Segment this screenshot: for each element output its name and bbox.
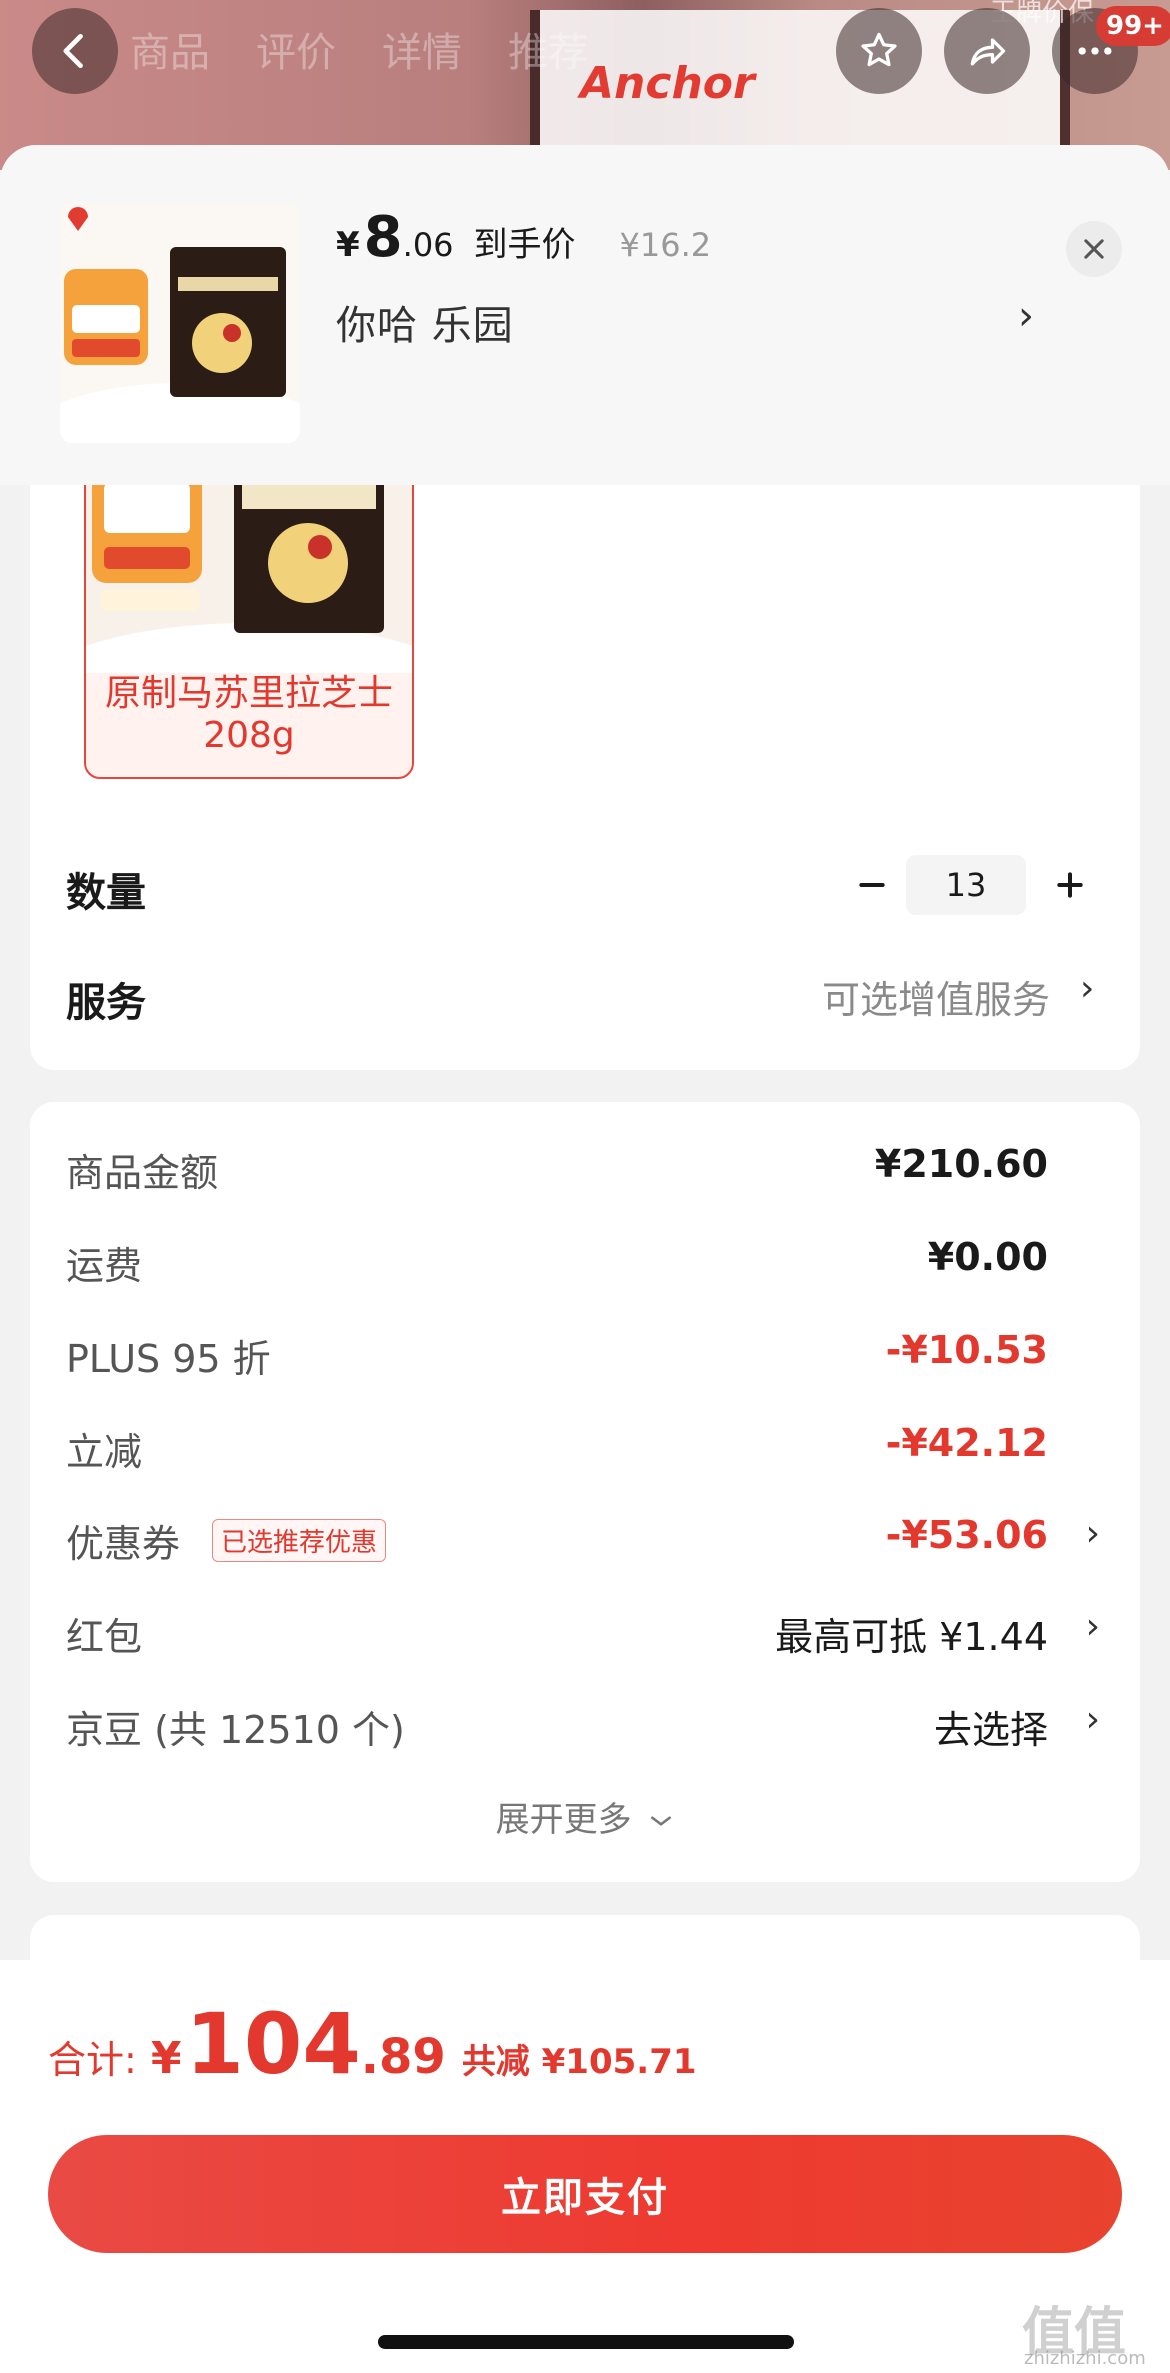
checkout-bar: 合计: ¥ 104 .89 共减 ¥105.71 立即支付 [0,1960,1170,2373]
chevron-right-icon[interactable]: › [1018,293,1034,339]
chevron-right-icon[interactable]: › [1086,1606,1100,1647]
notification-badge: 99+ [1096,6,1170,46]
breakdown-row-shipping: 运费 ¥0.00 [66,1235,1140,1295]
breakdown-label: PLUS 95 折 [66,1337,271,1381]
original-price: ¥16.2 [619,226,712,264]
total-integer: 104 [185,1995,361,2093]
selected-spec[interactable]: 你哈 乐园 [336,293,514,351]
quantity-decrement-button[interactable] [844,857,900,913]
coupon-recommended-tag: 已选推荐优惠 [212,1519,387,1562]
breakdown-row-red-packet[interactable]: 红包 最高可抵 ¥1.44 › [66,1606,1140,1666]
breakdown-row-jingdou[interactable]: 京豆 (共 12510 个) 去选择 › [66,1699,1140,1759]
breakdown-value: 去选择 [933,1708,1048,1752]
price-decimal: .06 [402,226,454,264]
minus-icon [859,883,885,887]
tab-reviews[interactable]: 评价 [256,20,336,78]
breakdown-label: 优惠券 [66,1522,181,1566]
watermark-url: zhizhizhi.com [1024,2348,1146,2369]
variant-option-selected[interactable]: 原制马苏里拉芝士208g [84,441,414,779]
breakdown-value: ¥210.60 [874,1142,1048,1186]
brand-logo: Anchor [580,58,755,109]
total-decimal: .89 [360,2029,446,2085]
breakdown-label: 商品金额 [66,1151,219,1195]
breakdown-row-plus-discount: PLUS 95 折 -¥10.53 [66,1328,1140,1388]
home-indicator [378,2335,794,2349]
close-button[interactable] [1066,221,1122,277]
tab-goods[interactable]: 商品 [130,20,210,78]
chevron-right-icon[interactable]: › [1086,1513,1100,1554]
favorite-button[interactable] [836,8,922,94]
expand-more-button[interactable]: 展开更多 [30,1792,1140,1841]
star-icon [861,32,897,67]
share-icon [970,38,1006,66]
quantity-input[interactable]: 13 [906,855,1026,915]
final-price-label: 到手价 [473,225,576,265]
breakdown-value: -¥53.06 [885,1513,1048,1557]
quantity-increment-button[interactable] [1042,857,1098,913]
breakdown-row-coupon[interactable]: 优惠券 已选推荐优惠 -¥53.06 › [66,1513,1140,1573]
breakdown-value: -¥10.53 [885,1328,1048,1372]
total-line: 合计: ¥ 104 .89 共减 ¥105.71 [48,1995,697,2093]
price-integer: 8 [363,205,403,270]
product-thumbnail [60,203,300,443]
breakdown-label: 立减 [66,1430,143,1474]
total-saved: 共减 ¥105.71 [461,2042,697,2082]
close-icon [1084,239,1104,259]
share-button[interactable] [944,8,1030,94]
chevron-right-icon[interactable]: › [1080,968,1094,1009]
total-currency: ¥ [150,2033,182,2084]
service-value[interactable]: 可选增值服务 [822,969,1050,1024]
quantity-label: 数量 [66,870,146,916]
expand-more-label: 展开更多 [495,1800,632,1840]
tab-details[interactable]: 详情 [382,20,462,78]
breakdown-label: 京豆 (共 12510 个) [66,1708,405,1752]
breakdown-value: -¥42.12 [885,1421,1048,1465]
chevron-right-icon[interactable]: › [1086,1699,1100,1740]
variant-name: 原制马苏里拉芝士208g [104,673,393,756]
price-line: ¥ 8 .06 到手价 ¥16.2 [336,205,711,270]
price-currency: ¥ [336,225,360,265]
service-label: 服务 [66,980,146,1026]
total-label: 合计: [48,2038,137,2082]
page-nav-tabs: 商品 评价 详情 推荐 [130,20,588,78]
breakdown-label: 红包 [66,1615,143,1659]
breakdown-row-instant-discount: 立减 -¥42.12 [66,1421,1140,1481]
tab-recommend[interactable]: 推荐 [508,20,588,78]
breakdown-label: 运费 [66,1244,143,1288]
plus-icon [1057,872,1083,898]
pay-now-button[interactable]: 立即支付 [48,2135,1122,2253]
breakdown-row-goods: 商品金额 ¥210.60 [66,1142,1140,1202]
price-breakdown-card: 商品金额 ¥210.60 运费 ¥0.00 PLUS 95 折 -¥10.53 … [30,1102,1140,1882]
chevron-down-icon [651,1816,672,1826]
sheet-header: ¥ 8 .06 到手价 ¥16.2 你哈 乐园 › [0,145,1170,485]
back-button[interactable] [32,8,118,94]
breakdown-value: ¥0.00 [927,1235,1048,1279]
chevron-left-icon [63,33,83,69]
breakdown-value: 最高可抵 ¥1.44 [775,1615,1048,1659]
